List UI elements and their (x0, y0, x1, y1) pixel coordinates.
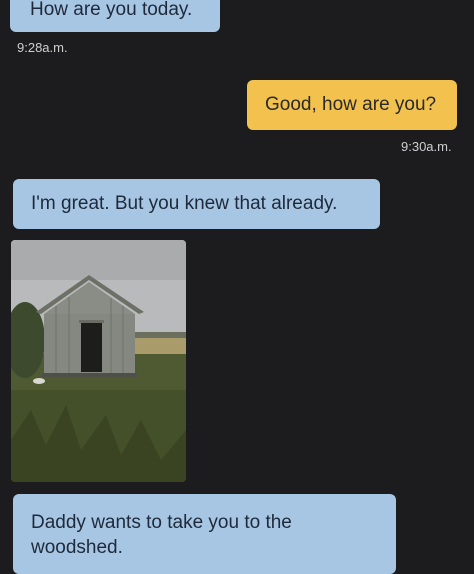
message-photo[interactable] (11, 240, 186, 482)
message-bubble-incoming[interactable]: How are you today. (10, 0, 220, 32)
message-bubble-incoming[interactable]: I'm great. But you knew that already. (13, 179, 380, 229)
message-text: I'm great. But you knew that already. (31, 193, 338, 214)
message-text: Good, how are you? (265, 94, 437, 115)
message-text: How are you today. (30, 0, 193, 20)
message-text: Daddy wants to take you to the woodshed. (31, 512, 292, 558)
shed-photo-image (11, 240, 186, 482)
message-timestamp: 9:28a.m. (17, 40, 68, 55)
message-timestamp: 9:30a.m. (401, 139, 452, 154)
message-bubble-incoming[interactable]: Daddy wants to take you to the woodshed. (13, 494, 396, 574)
message-bubble-outgoing[interactable]: Good, how are you? (247, 80, 457, 130)
